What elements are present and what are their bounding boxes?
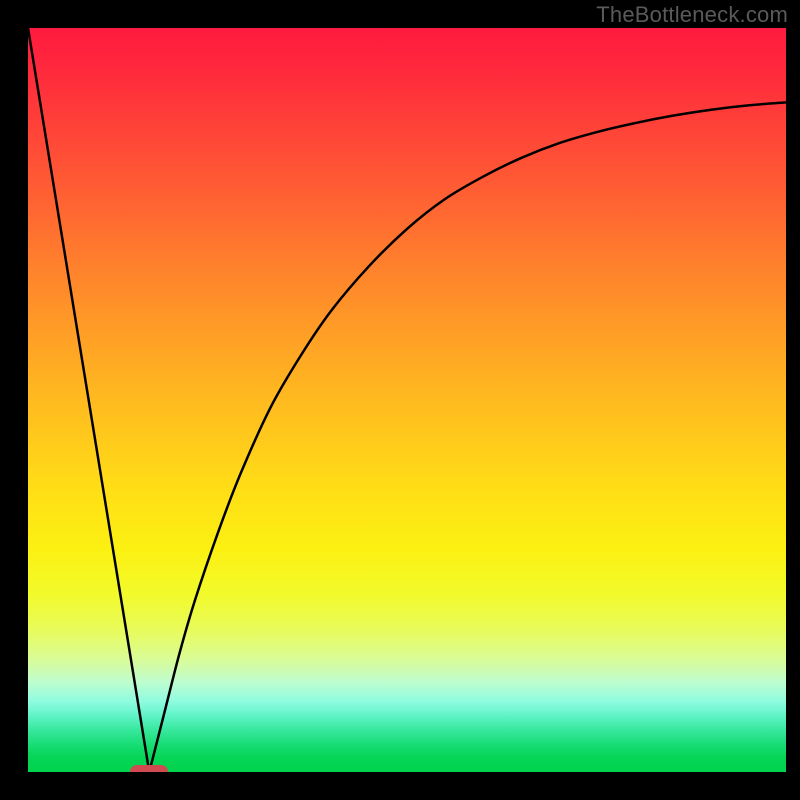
right-branch-path	[149, 102, 786, 772]
left-branch-path	[28, 28, 149, 772]
curve-layer	[28, 28, 786, 772]
chart-frame	[14, 28, 786, 786]
bottleneck-marker	[130, 765, 168, 772]
plot-area	[28, 28, 786, 772]
watermark-text: TheBottleneck.com	[596, 2, 788, 28]
